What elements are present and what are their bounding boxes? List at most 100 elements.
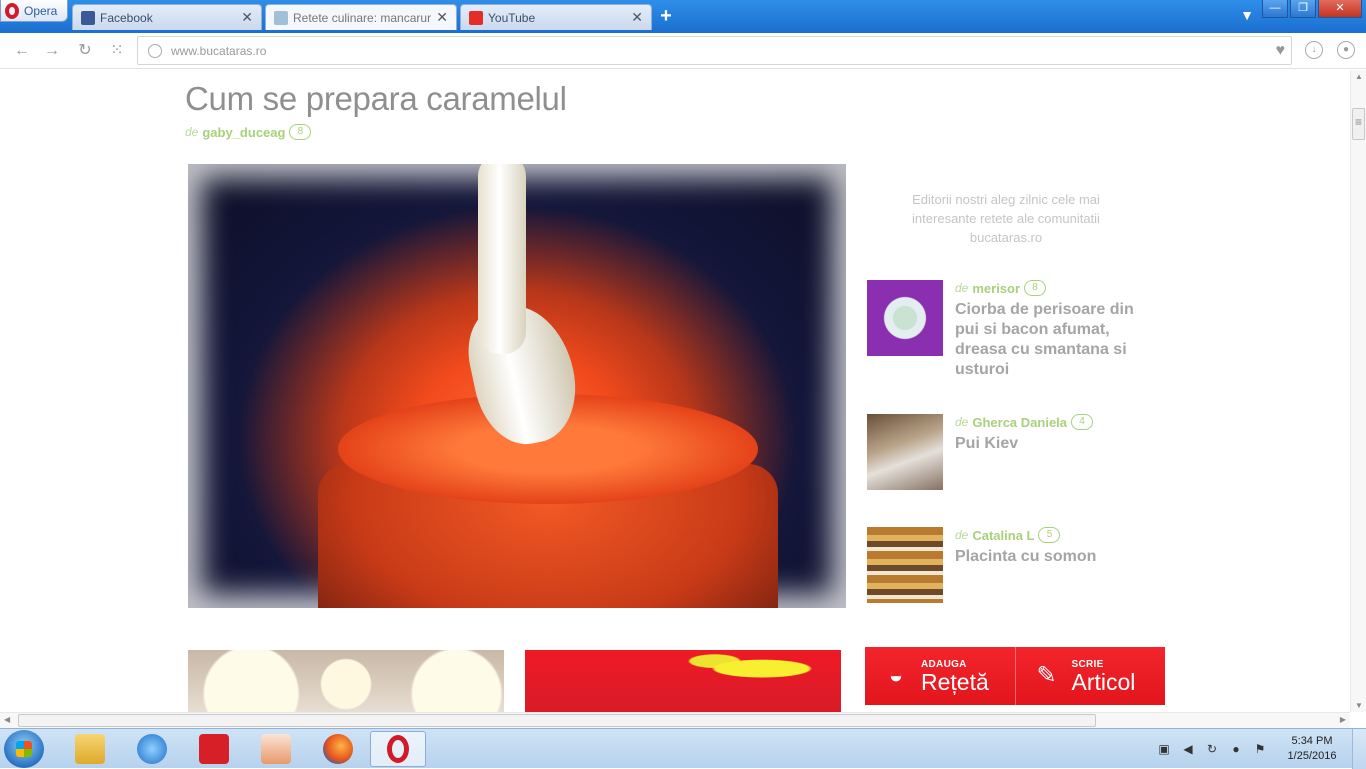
taskbar-explorer[interactable] <box>62 731 118 767</box>
taskbar-zynga[interactable] <box>186 731 242 767</box>
forward-arrow-icon[interactable]: → <box>42 41 62 61</box>
add-recipe-big-label: Rețetă <box>921 668 989 695</box>
pencil-icon: ✎ <box>1036 662 1057 689</box>
tab-title: Retete culinare: mancaruri <box>293 10 432 25</box>
facebook-icon <box>81 10 95 25</box>
page-title: Cum se prepara caramelul <box>185 80 567 117</box>
tab-close-icon[interactable]: ✕ <box>436 9 448 26</box>
editors-note: Editorii nostri aleg zilnic cele mai int… <box>912 192 1100 245</box>
author-level-badge: 4 <box>1071 414 1094 430</box>
tab-facebook[interactable]: Facebook ✕ <box>72 4 262 30</box>
browser-tab-bar: Opera Facebook ✕ Retete culinare: mancar… <box>0 0 1366 33</box>
speed-dial-grid-icon[interactable]: ⁙ <box>107 41 127 61</box>
by-prefix: de <box>955 415 969 429</box>
opera-menu-button[interactable]: Opera <box>0 0 68 22</box>
reload-icon[interactable]: ↻ <box>75 41 95 61</box>
scroll-left-arrow-icon[interactable]: ◀ <box>4 715 10 724</box>
taskbar-firefox[interactable] <box>310 731 366 767</box>
author-link[interactable]: Catalina L <box>972 528 1034 543</box>
new-tab-button[interactable]: + <box>656 5 676 27</box>
opera-logo-icon <box>5 2 19 19</box>
vertical-scroll-thumb[interactable] <box>1352 108 1365 140</box>
browser-toolbar: ← → ↻ ⁙ www.bucataras.ro ♥ ↓ ● <box>0 33 1366 69</box>
author-link[interactable]: gaby_duceag <box>202 125 285 140</box>
network-icon[interactable]: ▣ <box>1156 741 1172 757</box>
tab-youtube[interactable]: YouTube ✕ <box>460 4 652 30</box>
back-arrow-icon[interactable]: ← <box>12 41 32 61</box>
tab-close-icon[interactable]: ✕ <box>631 9 643 26</box>
horizontal-scrollbar[interactable]: ◀ ▶ <box>0 712 1350 728</box>
spoon-handle-shape <box>478 164 526 354</box>
firefox-icon <box>323 734 353 764</box>
taskbar-ie[interactable] <box>124 731 180 767</box>
tab-bucataras[interactable]: Retete culinare: mancaruri ✕ <box>265 4 457 30</box>
volume-icon[interactable]: ◀ <box>1180 741 1196 757</box>
recipe-byline: de merisor 8 <box>955 280 1047 296</box>
clock-time: 5:34 PM <box>1291 735 1333 747</box>
recipe-title-link[interactable]: Pui Kiev <box>955 434 1155 454</box>
web-page: Cum se prepara caramelul de gaby_duceag … <box>0 70 1350 712</box>
site-info-icon[interactable] <box>148 43 162 58</box>
opera-menu-label: Opera <box>24 3 58 18</box>
taskbar-opera[interactable] <box>370 731 426 767</box>
horizontal-scroll-thumb[interactable] <box>18 714 1096 727</box>
tab-title: YouTube <box>488 10 536 25</box>
write-article-big-label: Articol <box>1071 668 1136 695</box>
write-article-button[interactable]: ✎ SCRIE Articol <box>1014 647 1166 705</box>
bowl-icon: ◒ <box>888 662 904 689</box>
bookmark-heart-icon[interactable]: ♥ <box>1276 42 1286 60</box>
scroll-down-arrow-icon[interactable]: ▼ <box>1355 701 1363 710</box>
restore-button[interactable]: ❐ <box>1290 0 1316 18</box>
windows-taskbar: ▣ ◀ ↻ ● ⚑ 5:34 PM 1/25/2016 <box>0 728 1366 769</box>
add-content-banner: ◒ ADAUGA Rețetă ✎ SCRIE Articol <box>865 647 1165 705</box>
close-window-button[interactable]: ✕ <box>1318 0 1362 18</box>
add-recipe-button[interactable]: ◒ ADAUGA Rețetă <box>865 647 1015 705</box>
address-bar[interactable]: www.bucataras.ro ♥ <box>137 36 1292 65</box>
author-link[interactable]: merisor <box>972 281 1020 296</box>
account-icon[interactable]: ● <box>1337 41 1355 59</box>
action-center-flag-icon[interactable]: ⚑ <box>1252 741 1268 757</box>
system-tray: ▣ ◀ ↻ ● ⚑ 5:34 PM 1/25/2016 <box>1152 729 1366 769</box>
window-controls: — ❐ ✕ <box>1262 0 1362 18</box>
tab-title: Facebook <box>100 10 153 25</box>
download-icon[interactable]: ↓ <box>1305 41 1323 59</box>
youtube-icon <box>469 10 483 25</box>
opera-icon <box>387 735 409 763</box>
url-text[interactable]: www.bucataras.ro <box>171 44 266 58</box>
recipe-thumbnail[interactable] <box>867 414 943 490</box>
internet-explorer-icon <box>137 734 167 764</box>
tab-close-icon[interactable]: ✕ <box>241 9 253 26</box>
by-prefix: de <box>185 125 199 139</box>
by-prefix: de <box>955 281 969 295</box>
recipe-thumbnail[interactable] <box>867 280 943 356</box>
by-prefix: de <box>955 528 969 542</box>
vertical-scrollbar[interactable]: ▲ ▼ <box>1350 70 1366 712</box>
folder-icon <box>75 734 105 764</box>
recipe-main-photo[interactable] <box>188 164 846 608</box>
bucataras-favicon-icon <box>274 10 288 25</box>
author-level-badge: 5 <box>1038 527 1061 543</box>
add-recipe-small-label: ADAUGA <box>921 658 967 670</box>
show-desktop-button[interactable] <box>1352 729 1366 769</box>
recipe-title-link[interactable]: Ciorba de perisoare din pui si bacon afu… <box>955 300 1155 380</box>
author-link[interactable]: Gherca Daniela <box>972 415 1067 430</box>
scroll-right-arrow-icon[interactable]: ▶ <box>1340 715 1346 724</box>
system-clock[interactable]: 5:34 PM 1/25/2016 <box>1272 734 1352 764</box>
media-player-icon <box>261 734 291 764</box>
author-level-badge: 8 <box>289 124 312 140</box>
recipe-title-link[interactable]: Placinta cu somon <box>955 547 1155 567</box>
sync-icon[interactable]: ↻ <box>1204 741 1220 757</box>
minimize-button[interactable]: — <box>1262 0 1288 18</box>
write-article-small-label: SCRIE <box>1071 658 1104 670</box>
recipe-byline: de Catalina L 5 <box>955 527 1061 543</box>
start-button[interactable] <box>4 730 44 768</box>
article-byline: de gaby_duceag 8 <box>185 124 312 140</box>
related-recipe-photo[interactable] <box>525 650 841 712</box>
tab-menu-icon[interactable]: ▼ <box>1238 7 1256 25</box>
related-recipe-photo[interactable] <box>188 650 504 712</box>
recipe-byline: de Gherca Daniela 4 <box>955 414 1094 430</box>
recipe-thumbnail[interactable] <box>867 527 943 603</box>
status-icon[interactable]: ● <box>1228 741 1244 757</box>
taskbar-media-player[interactable] <box>248 731 304 767</box>
scroll-up-arrow-icon[interactable]: ▲ <box>1355 72 1363 81</box>
